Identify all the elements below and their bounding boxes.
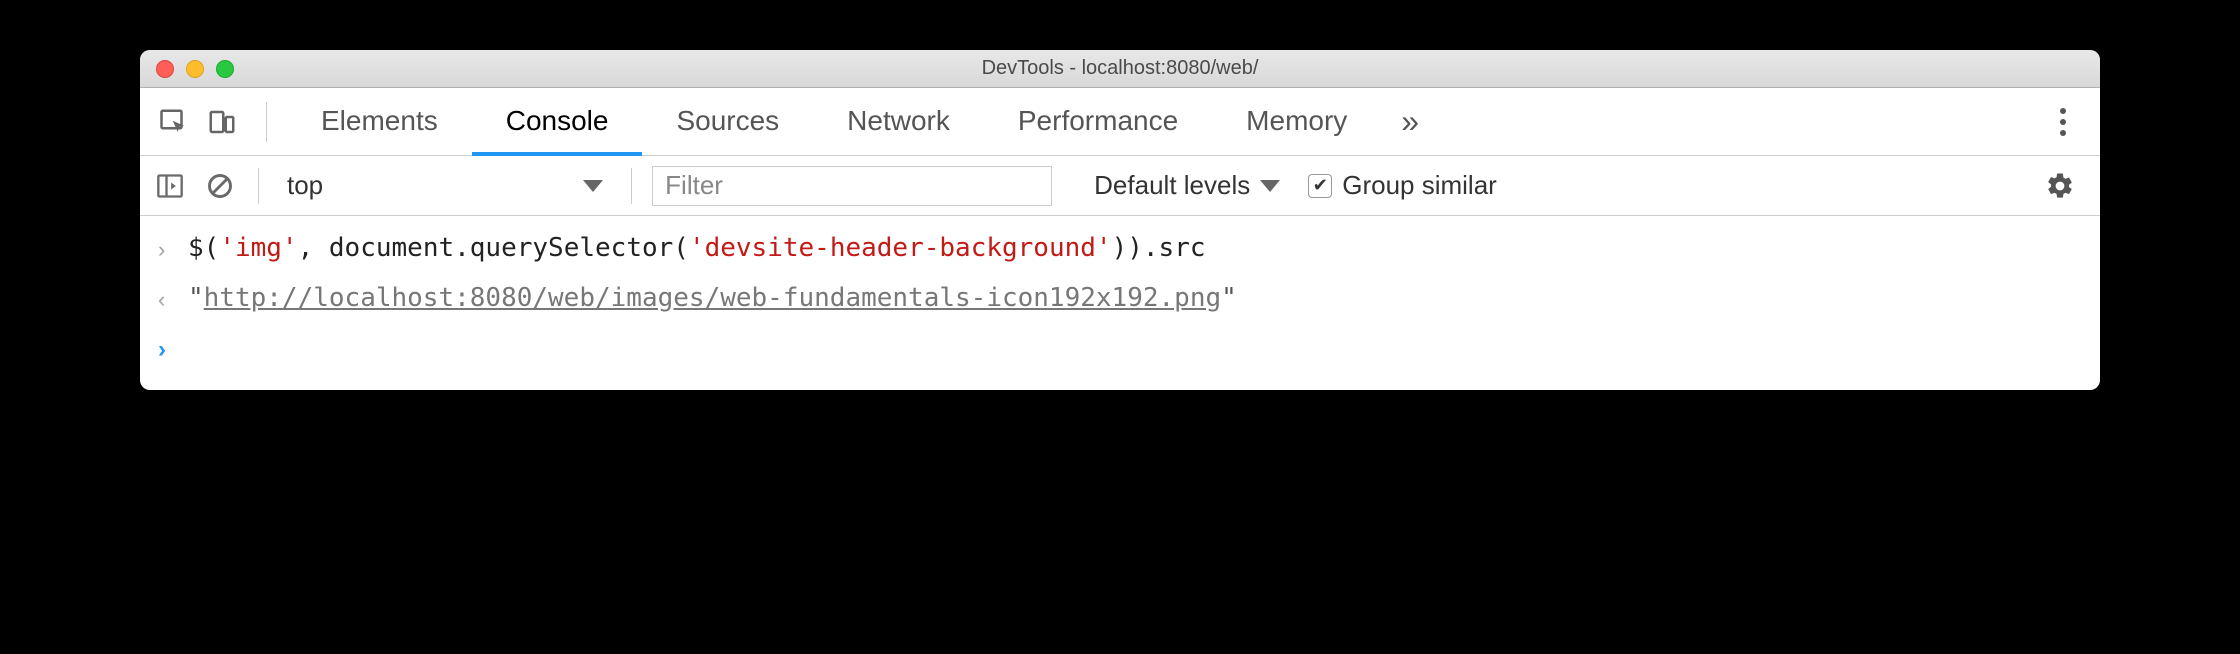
console-expression: $('img', document.querySelector('devsite…: [188, 228, 1206, 270]
separator: [258, 168, 259, 204]
chevron-down-icon: [583, 180, 603, 192]
filter-input[interactable]: [652, 166, 1052, 206]
toggle-sidebar-icon[interactable]: [152, 168, 188, 204]
group-similar-toggle[interactable]: ✔ Group similar: [1308, 170, 1497, 201]
console-result: "http://localhost:8080/web/images/web-fu…: [188, 278, 1237, 320]
kebab-menu-icon[interactable]: [2036, 108, 2090, 136]
device-toolbar-icon[interactable]: [202, 102, 242, 142]
zoom-button[interactable]: [216, 60, 234, 78]
input-chevron-icon: ›: [158, 228, 188, 267]
tab-elements[interactable]: Elements: [287, 89, 472, 156]
console-prompt-line[interactable]: ›: [140, 323, 2100, 373]
console-toolbar: top Default levels ✔ Group similar: [140, 156, 2100, 216]
minimize-button[interactable]: [186, 60, 204, 78]
tab-console[interactable]: Console: [472, 89, 643, 156]
chevron-down-icon: [1260, 180, 1280, 192]
log-levels-selector[interactable]: Default levels: [1094, 170, 1280, 201]
result-url[interactable]: http://localhost:8080/web/images/web-fun…: [204, 283, 1221, 313]
console-output: › $('img', document.querySelector('devsi…: [140, 216, 2100, 390]
clear-console-icon[interactable]: [202, 168, 238, 204]
close-button[interactable]: [156, 60, 174, 78]
separator: [631, 168, 632, 204]
context-label: top: [287, 170, 323, 201]
tab-network[interactable]: Network: [813, 89, 984, 156]
devtools-window: DevTools - localhost:8080/web/ Elements …: [140, 50, 2100, 390]
tabs-bar: Elements Console Sources Network Perform…: [140, 88, 2100, 156]
console-input-line[interactable]: › $('img', document.querySelector('devsi…: [140, 224, 2100, 274]
tab-sources[interactable]: Sources: [642, 89, 813, 156]
traffic-lights: [140, 60, 234, 78]
levels-label: Default levels: [1094, 170, 1250, 201]
separator: [266, 102, 267, 142]
titlebar: DevTools - localhost:8080/web/: [140, 50, 2100, 88]
tab-memory[interactable]: Memory: [1212, 89, 1381, 156]
console-output-line: ‹ "http://localhost:8080/web/images/web-…: [140, 274, 2100, 324]
console-settings-icon[interactable]: [2042, 168, 2078, 204]
output-chevron-icon: ‹: [158, 278, 188, 317]
inspect-element-icon[interactable]: [154, 102, 194, 142]
tab-performance[interactable]: Performance: [984, 89, 1212, 156]
panel-tabs: Elements Console Sources Network Perform…: [287, 88, 1439, 155]
context-selector[interactable]: top: [279, 170, 611, 201]
prompt-chevron-icon: ›: [158, 327, 188, 369]
window-title: DevTools - localhost:8080/web/: [140, 57, 2100, 80]
checkbox-icon: ✔: [1308, 174, 1332, 198]
more-tabs-icon[interactable]: »: [1381, 88, 1439, 155]
group-similar-label: Group similar: [1342, 170, 1497, 201]
